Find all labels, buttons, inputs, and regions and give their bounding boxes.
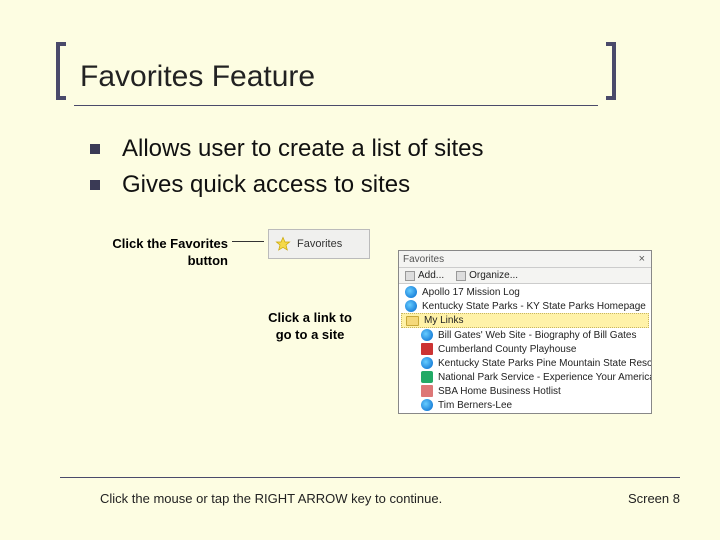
- favorite-link[interactable]: Cumberland County Playhouse: [399, 342, 651, 356]
- favorites-button-label: Favorites: [297, 238, 342, 250]
- callout-connector-line: [232, 241, 264, 242]
- favorite-link[interactable]: Bill Gates' Web Site - Biography of Bill…: [399, 328, 651, 342]
- footer-rule: [60, 477, 680, 478]
- organize-button[interactable]: Organize...: [456, 270, 518, 281]
- favorites-toolbar: Add... Organize...: [399, 268, 651, 284]
- favorites-panel: Favorites × Add... Organize... Apollo 17…: [398, 250, 652, 414]
- screen-number: Screen 8: [628, 491, 680, 506]
- favorites-button[interactable]: Favorites: [268, 229, 370, 259]
- favorite-link[interactable]: Kentucky State Parks - KY State Parks Ho…: [399, 299, 651, 313]
- favorite-link[interactable]: Apollo 17 Mission Log: [399, 285, 651, 299]
- list-item: Allows user to create a list of sites: [90, 135, 483, 163]
- list-item: Gives quick access to sites: [90, 171, 483, 199]
- favorite-folder-selected[interactable]: My Links: [401, 313, 649, 328]
- flag-icon: [421, 343, 433, 355]
- add-button[interactable]: Add...: [405, 270, 444, 281]
- favorite-link[interactable]: Kentucky State Parks Pine Mountain State…: [399, 356, 651, 370]
- title-frame: Favorites Feature: [56, 60, 616, 94]
- callout-click-link: Click a link to go to a site: [260, 310, 360, 344]
- bracket-right-icon: [606, 42, 616, 100]
- favorite-link[interactable]: Tim Berners-Lee: [399, 398, 651, 412]
- footer-instruction: Click the mouse or tap the RIGHT ARROW k…: [100, 491, 442, 506]
- sba-icon: [421, 385, 433, 397]
- favorites-list: Apollo 17 Mission Log Kentucky State Par…: [399, 284, 651, 413]
- bullet-list: Allows user to create a list of sites Gi…: [90, 135, 483, 207]
- favorite-link[interactable]: SBA Home Business Hotlist: [399, 384, 651, 398]
- bracket-left-icon: [56, 42, 66, 100]
- ie-icon: [421, 399, 433, 411]
- star-icon: [275, 236, 291, 252]
- close-icon[interactable]: ×: [637, 253, 647, 265]
- callout-favorites-button: Click the Favorites button: [100, 236, 228, 270]
- ie-icon: [421, 329, 433, 341]
- organize-icon: [456, 271, 466, 281]
- add-icon: [405, 271, 415, 281]
- ie-icon: [405, 300, 417, 312]
- square-bullet-icon: [90, 180, 100, 190]
- ie-icon: [405, 286, 417, 298]
- footer: Click the mouse or tap the RIGHT ARROW k…: [100, 491, 680, 506]
- ie-icon: [421, 357, 433, 369]
- favorites-panel-title: Favorites: [403, 254, 444, 265]
- tree-icon: [421, 371, 433, 383]
- bullet-text: Allows user to create a list of sites: [122, 135, 483, 163]
- bullet-text: Gives quick access to sites: [122, 171, 410, 199]
- favorite-link[interactable]: National Park Service - Experience Your …: [399, 370, 651, 384]
- favorites-panel-header: Favorites ×: [399, 251, 651, 268]
- page-title: Favorites Feature: [56, 60, 616, 94]
- square-bullet-icon: [90, 144, 100, 154]
- folder-icon: [406, 316, 419, 326]
- title-underline: [74, 105, 598, 106]
